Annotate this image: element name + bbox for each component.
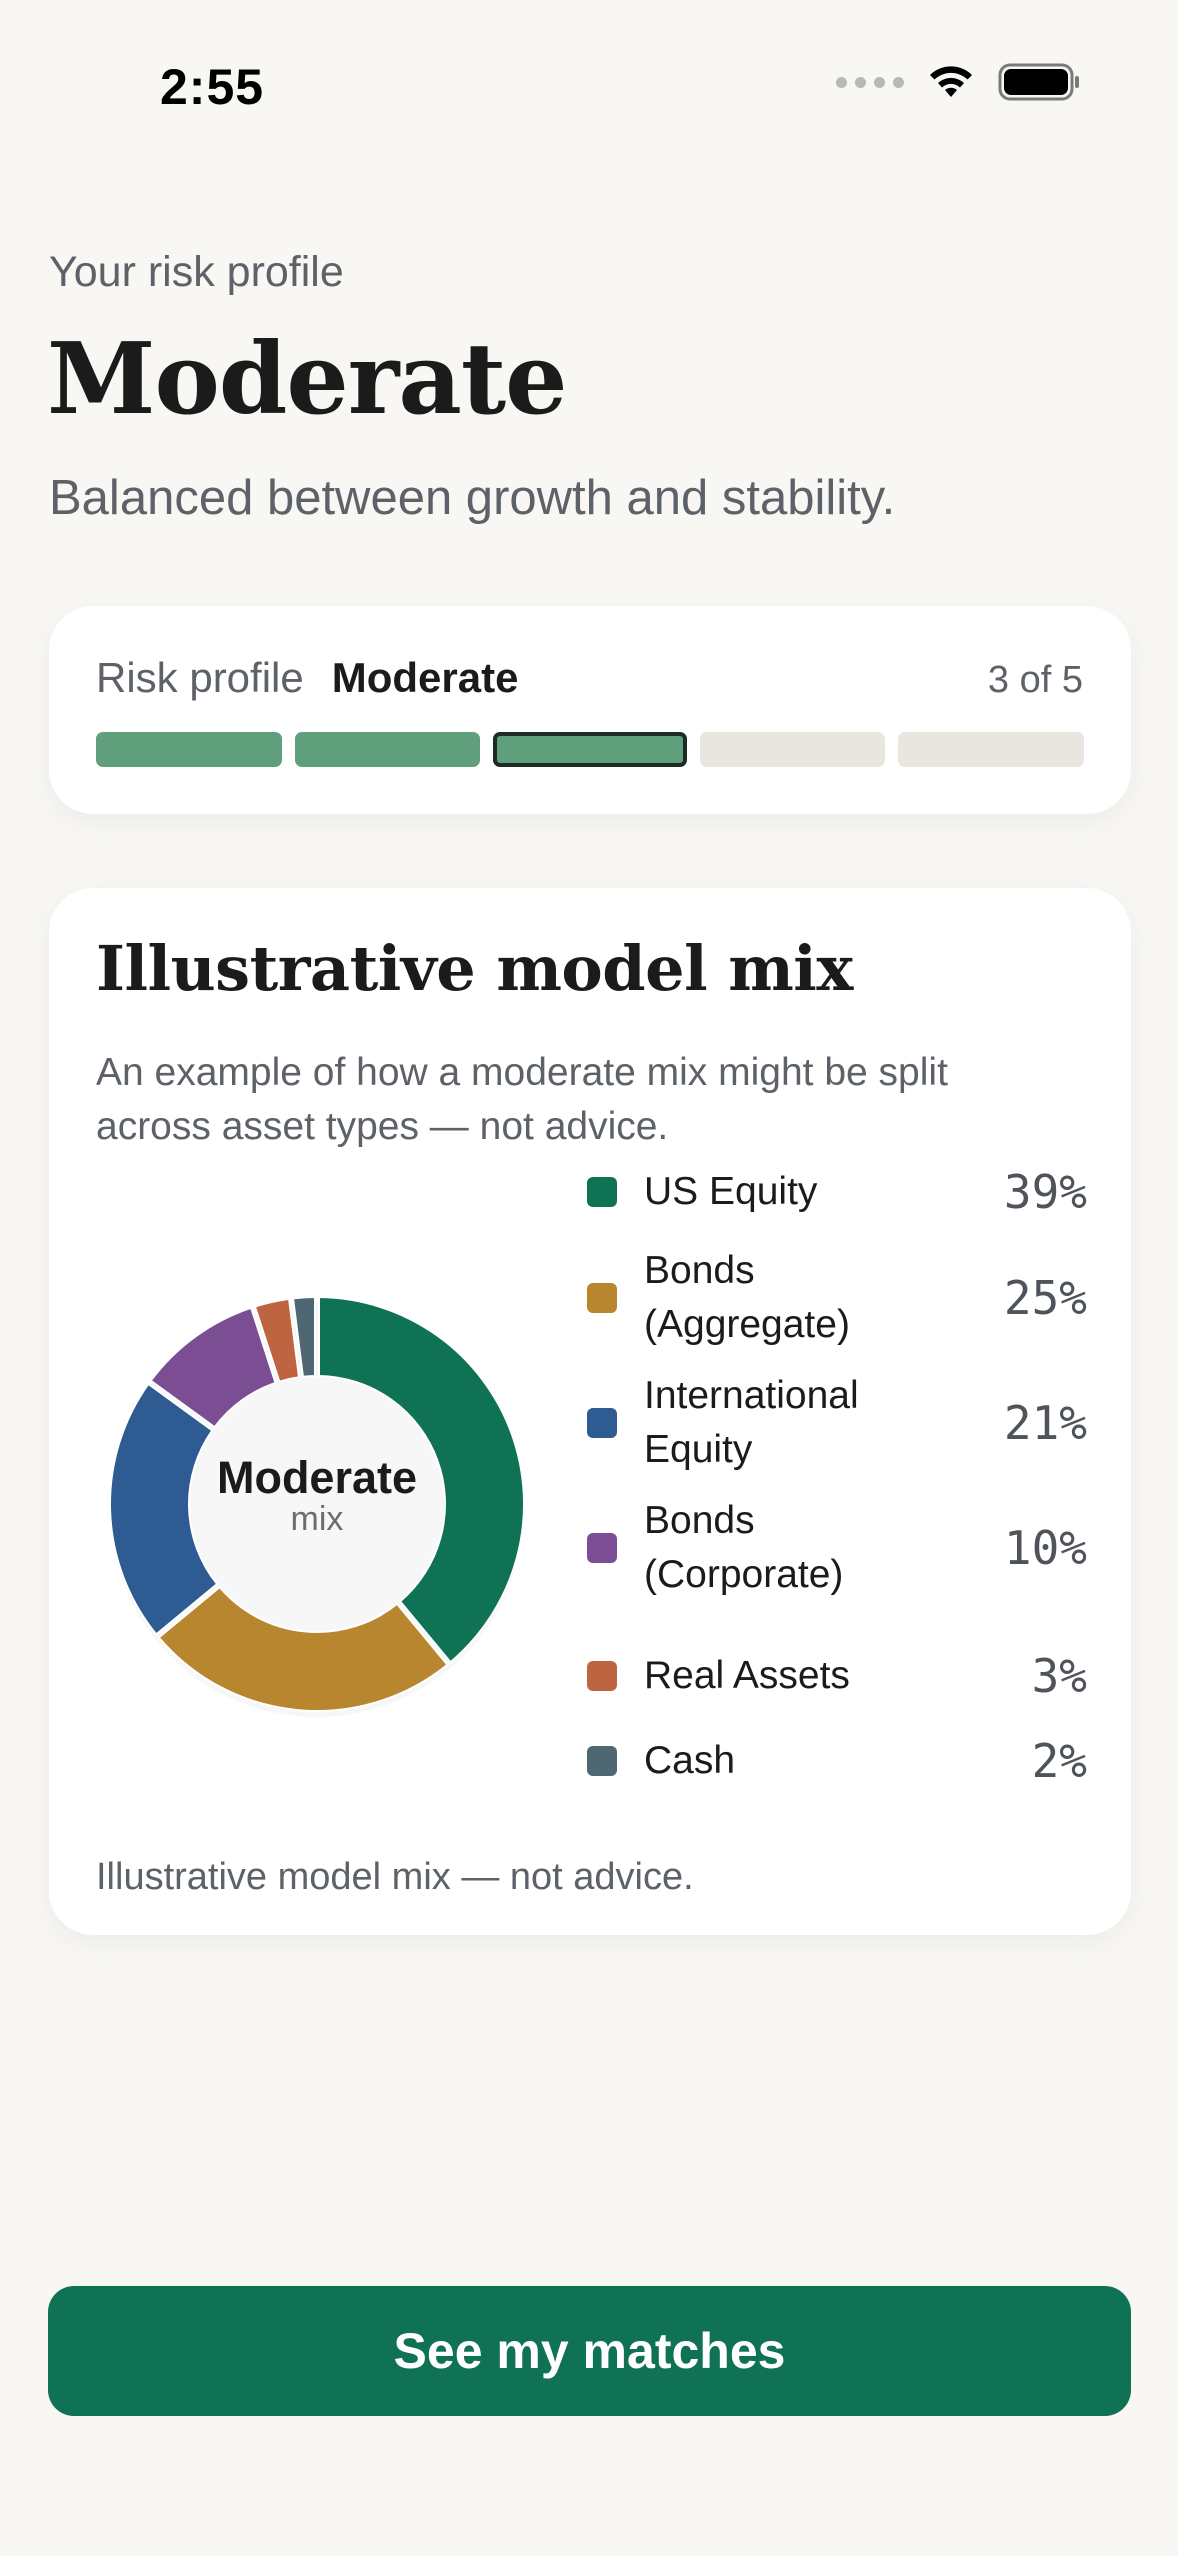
legend-item: Real Assets 3% <box>587 1649 1087 1703</box>
mix-card-description: An example of how a moderate mix might b… <box>96 1051 948 1148</box>
risk-level-segment <box>898 732 1084 767</box>
see-my-matches-button[interactable]: See my matches <box>48 2286 1131 2416</box>
legend-swatch <box>587 1661 617 1691</box>
risk-level-count: 3 of 5 <box>987 659 1083 701</box>
legend-value: 10% <box>1003 1521 1087 1575</box>
legend-label: Bonds (Corporate) <box>644 1499 844 1596</box>
battery-icon <box>998 63 1079 101</box>
legend-item: International Equity 21% <box>587 1369 1087 1477</box>
mix-card-title: Illustrative model mix <box>96 932 853 1005</box>
legend-label: International Equity <box>644 1374 859 1471</box>
risk-level-meter <box>96 732 1084 767</box>
model-mix-card: Illustrative model mix An example of how… <box>49 888 1131 1935</box>
legend-label: US Equity <box>644 1170 818 1213</box>
legend-item: Cash 2% <box>587 1734 1087 1788</box>
legend-swatch <box>587 1746 617 1776</box>
legend-value: 3% <box>1031 1649 1087 1703</box>
status-icons <box>836 62 1082 102</box>
cellular-signal-icon <box>836 76 904 88</box>
legend-item: Bonds (Corporate) 10% <box>587 1494 1087 1602</box>
risk-profile-value: Moderate <box>331 654 519 701</box>
legend-item: US Equity 39% <box>587 1165 1087 1219</box>
risk-profile-label: Risk profile <box>96 654 304 701</box>
status-time: 2:55 <box>160 59 265 115</box>
risk-profile-card: Risk profile Moderate 3 of 5 <box>49 606 1131 814</box>
legend-value: 2% <box>1031 1734 1087 1788</box>
risk-level-segment <box>493 732 687 767</box>
donut-center-title: Moderate <box>216 1452 418 1503</box>
mix-footnote: Illustrative model mix — not advice. <box>96 1856 694 1898</box>
risk-level-segment <box>96 732 282 767</box>
legend-value: 21% <box>1003 1396 1087 1450</box>
legend-swatch <box>587 1177 617 1207</box>
donut-center-subtitle: mix <box>290 1500 344 1538</box>
risk-label-row: Risk profile Moderate 3 of 5 <box>96 654 1083 702</box>
legend-label: Real Assets <box>644 1654 850 1697</box>
legend-label: Bonds (Aggregate) <box>644 1249 850 1346</box>
risk-profile-eyebrow: Your risk profile <box>49 248 344 296</box>
risk-level-segment <box>294 732 481 767</box>
wifi-icon <box>930 66 972 97</box>
legend-value: 25% <box>1003 1271 1087 1325</box>
legend-swatch <box>587 1408 617 1438</box>
page-title: Moderate <box>47 322 567 437</box>
legend-swatch <box>587 1533 617 1563</box>
legend-value: 39% <box>1003 1165 1087 1219</box>
legend-label: Cash <box>644 1739 736 1782</box>
risk-level-segment <box>699 732 886 767</box>
legend-swatch <box>587 1283 617 1313</box>
page-subtitle: Balanced between growth and stability. <box>49 471 896 525</box>
legend-item: Bonds (Aggregate) 25% <box>587 1244 1087 1352</box>
